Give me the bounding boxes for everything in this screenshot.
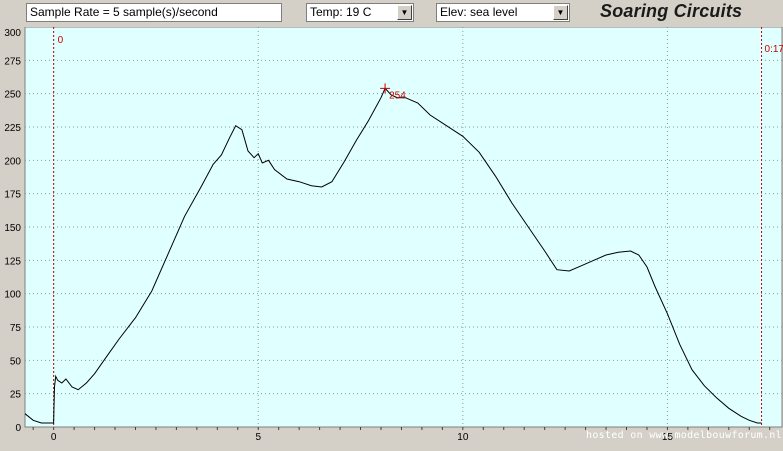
y-tick-label: 225 (4, 123, 21, 134)
temperature-value: Temp: 19 C (310, 5, 372, 19)
y-tick-label: 125 (4, 256, 21, 267)
y-tick-label: 25 (10, 390, 22, 401)
chevron-down-icon[interactable]: ▼ (397, 5, 412, 20)
watermark: hosted on www.modelbouwforum.nl (586, 430, 782, 441)
y-tick-label: 150 (4, 223, 21, 234)
elevation-dropdown[interactable]: Elev: sea level ▼ (436, 3, 570, 22)
peak-value-label: 254 (389, 90, 406, 101)
x-tick-label: 5 (255, 432, 261, 443)
y-tick-label: 175 (4, 190, 21, 201)
elevation-value: Elev: sea level (440, 5, 518, 19)
y-tick-label: 100 (4, 290, 21, 301)
y-tick-label: 300 (4, 28, 21, 39)
x-tick-label: 10 (457, 432, 469, 443)
y-tick-label: 75 (10, 323, 22, 334)
toolbar: Sample Rate = 5 sample(s)/second Temp: 1… (0, 0, 783, 27)
y-tick-label: 50 (10, 356, 22, 367)
y-tick-label: 275 (4, 56, 21, 67)
chevron-down-icon[interactable]: ▼ (553, 5, 568, 20)
x-tick-label: 0 (51, 432, 57, 443)
start-marker-label: 0 (58, 35, 64, 46)
y-tick-label: 0 (15, 423, 21, 434)
temperature-dropdown[interactable]: Temp: 19 C ▼ (306, 3, 414, 22)
sample-rate-field[interactable]: Sample Rate = 5 sample(s)/second (26, 3, 282, 22)
plot-area (24, 27, 783, 428)
y-tick-label: 200 (4, 156, 21, 167)
brand-logo: Soaring Circuits (600, 1, 743, 21)
end-marker-label: 0:17:0 (765, 44, 783, 55)
altitude-chart[interactable]: 02550751001251501752002252502753000 5 10 15… (0, 27, 783, 451)
y-tick-label: 250 (4, 90, 21, 101)
